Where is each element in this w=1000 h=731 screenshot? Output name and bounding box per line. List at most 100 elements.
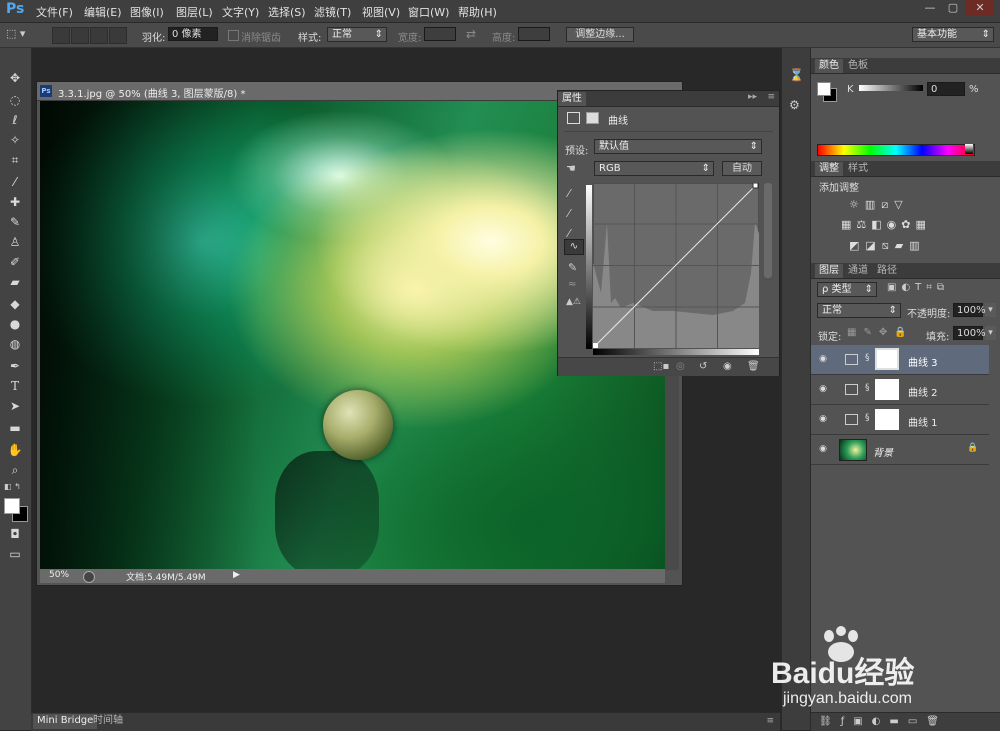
layer-mask-icon[interactable] (586, 112, 599, 124)
pencil-draw-icon[interactable]: ✎ (568, 261, 577, 274)
feather-input[interactable]: 0 像素 (168, 27, 218, 41)
paint-bucket-tool-icon[interactable]: ◆ (6, 296, 24, 312)
marquee-tool-icon[interactable]: ◌ (6, 92, 24, 108)
width-input[interactable] (424, 27, 456, 41)
zoom-level[interactable]: 50% (49, 570, 69, 580)
close-button[interactable]: ✕ (966, 0, 994, 16)
channel-select[interactable]: RGB ⇕ (594, 161, 714, 176)
tab-timeline[interactable]: 时间轴 (89, 714, 127, 729)
swap-colors-icon[interactable]: ◧ ↰ (4, 482, 21, 491)
minimize-button[interactable]: — (920, 0, 940, 16)
layer-row-curves-3[interactable]: ◉ § 曲线 3 (811, 345, 989, 375)
quick-mask-icon[interactable]: ◘ (6, 526, 24, 542)
auto-button[interactable]: 自动 (722, 161, 762, 176)
menu-image[interactable]: 图像(I) (130, 4, 164, 20)
layer-mask-thumbnail[interactable] (875, 409, 899, 430)
layer-row-curves-2[interactable]: ◉ § 曲线 2 (811, 375, 989, 405)
color-ramp[interactable] (817, 144, 975, 156)
type-tool-icon[interactable]: T (6, 378, 24, 394)
layer-row-background[interactable]: ◉ 背景 🔒 (811, 435, 989, 465)
style-select[interactable]: 正常 ⇕ (327, 27, 387, 42)
fill-dropdown-icon[interactable]: ▾ (985, 326, 996, 340)
tab-swatches[interactable]: 色板 (844, 59, 872, 73)
delete-icon[interactable]: 🗑 (747, 361, 760, 372)
menu-type[interactable]: 文字(Y) (222, 4, 259, 20)
layers-footer-icons[interactable]: ⛓ƒ▣◐▬▭🗑 (819, 716, 948, 727)
height-input[interactable] (518, 27, 550, 41)
mask-link-icon[interactable]: § (865, 413, 870, 423)
tab-channels[interactable]: 通道 (844, 264, 872, 278)
clip-to-layer-icon[interactable]: ⬚▪ (653, 361, 669, 372)
restore-button[interactable]: ▢ (943, 0, 963, 16)
refine-edge-button[interactable]: 调整边缘... (566, 27, 634, 42)
menu-edit[interactable]: 编辑(E) (84, 4, 122, 20)
layer-mask-thumbnail[interactable] (875, 348, 899, 370)
adjustment-icons-row-3[interactable]: ◩◪⧅▰▥ (849, 239, 926, 253)
history-icon[interactable]: ⌛ (789, 68, 804, 82)
crop-tool-icon[interactable]: ⌗ (6, 152, 24, 168)
targeted-adjust-hand-icon[interactable]: ☚ (566, 162, 576, 175)
opacity-dropdown-icon[interactable]: ▾ (985, 303, 996, 317)
visibility-eye-icon[interactable]: ◉ (817, 384, 829, 394)
layer-filter-select[interactable]: ρ 类型 ⇕ (817, 282, 877, 297)
tab-styles[interactable]: 样式 (844, 162, 872, 176)
eraser-tool-icon[interactable]: ▰ (6, 274, 24, 290)
collapse-icon[interactable]: ▸▸ (748, 92, 757, 102)
foreground-color-swatch[interactable] (4, 498, 20, 514)
view-previous-icon[interactable]: ◎ (676, 361, 685, 372)
subtract-selection-icon[interactable] (90, 27, 108, 44)
tab-adjustments[interactable]: 调整 (815, 162, 843, 176)
curves-graph[interactable] (593, 183, 759, 348)
menu-help[interactable]: 帮助(H) (458, 4, 497, 20)
visibility-eye-icon[interactable]: ◉ (817, 354, 829, 364)
new-selection-icon[interactable] (52, 27, 70, 44)
status-menu-arrow-icon[interactable]: ▶ (233, 570, 240, 580)
reset-icon[interactable]: ↺ (699, 361, 707, 372)
marquee-tool-icon[interactable]: ⬚ ▾ (6, 27, 36, 41)
intersect-selection-icon[interactable] (109, 27, 127, 44)
panel-menu-icon[interactable]: ≡ (767, 92, 775, 102)
black-point-eyedropper-icon[interactable]: ⁄ (568, 187, 570, 200)
antialias-checkbox[interactable] (228, 30, 239, 41)
opacity-input[interactable]: 100% (953, 303, 986, 317)
brush-tool-icon[interactable]: ✎ (6, 214, 24, 230)
layer-filter-icons[interactable]: ▣◐T⌗⧉ (887, 282, 949, 293)
dodge-tool-icon[interactable]: ◍ (6, 336, 24, 352)
menu-select[interactable]: 选择(S) (268, 4, 306, 20)
clipping-warning-icon[interactable]: ▲⚠ (566, 297, 581, 307)
swap-icon[interactable]: ⇄ (466, 27, 476, 41)
layer-mask-thumbnail[interactable] (875, 379, 899, 400)
properties-scrollbar[interactable] (764, 183, 772, 278)
rectangle-tool-icon[interactable]: ▬ (6, 420, 24, 436)
move-tool-icon[interactable]: ✥ (6, 70, 24, 86)
layer-row-curves-1[interactable]: ◉ § 曲线 1 (811, 405, 989, 435)
hand-tool-icon[interactable]: ✋ (6, 442, 24, 458)
visibility-eye-icon[interactable]: ◉ (723, 361, 732, 372)
k-slider[interactable] (859, 85, 923, 91)
add-selection-icon[interactable] (71, 27, 89, 44)
screen-mode-icon[interactable]: ▭ (6, 546, 24, 562)
menu-view[interactable]: 视图(V) (362, 4, 400, 20)
tab-paths[interactable]: 路径 (873, 264, 901, 278)
history-brush-tool-icon[interactable]: ✐ (6, 254, 24, 270)
clone-stamp-tool-icon[interactable]: ♙ (6, 234, 24, 250)
workspace-select[interactable]: 基本功能 ⇕ (912, 27, 994, 42)
eyedropper-tool-icon[interactable]: ⁄ (6, 174, 24, 190)
lock-icons[interactable]: ▦✎✥🔒 (847, 327, 914, 338)
blend-mode-select[interactable]: 正常 ⇕ (817, 303, 901, 318)
tab-properties[interactable]: 属性 (558, 92, 586, 106)
menu-window[interactable]: 窗口(W) (408, 4, 449, 20)
path-selection-tool-icon[interactable]: ➤ (6, 398, 24, 414)
tab-layers[interactable]: 图层 (815, 264, 843, 278)
magic-wand-tool-icon[interactable]: ✧ (6, 132, 24, 148)
blur-tool-icon[interactable]: ● (6, 316, 24, 332)
menu-layer[interactable]: 图层(L) (176, 4, 213, 20)
tab-mini-bridge[interactable]: Mini Bridge (33, 714, 98, 729)
visibility-eye-icon[interactable]: ◉ (817, 444, 829, 454)
k-value-input[interactable]: 0 (927, 82, 965, 96)
panel-menu-icon[interactable]: ≡ (766, 716, 774, 726)
healing-brush-tool-icon[interactable]: ✚ (6, 194, 24, 210)
pen-tool-icon[interactable]: ✒ (6, 358, 24, 374)
adjustment-icons-row-2[interactable]: ▦⚖◧◉✿▦ (841, 218, 931, 231)
fill-input[interactable]: 100% (953, 326, 986, 340)
